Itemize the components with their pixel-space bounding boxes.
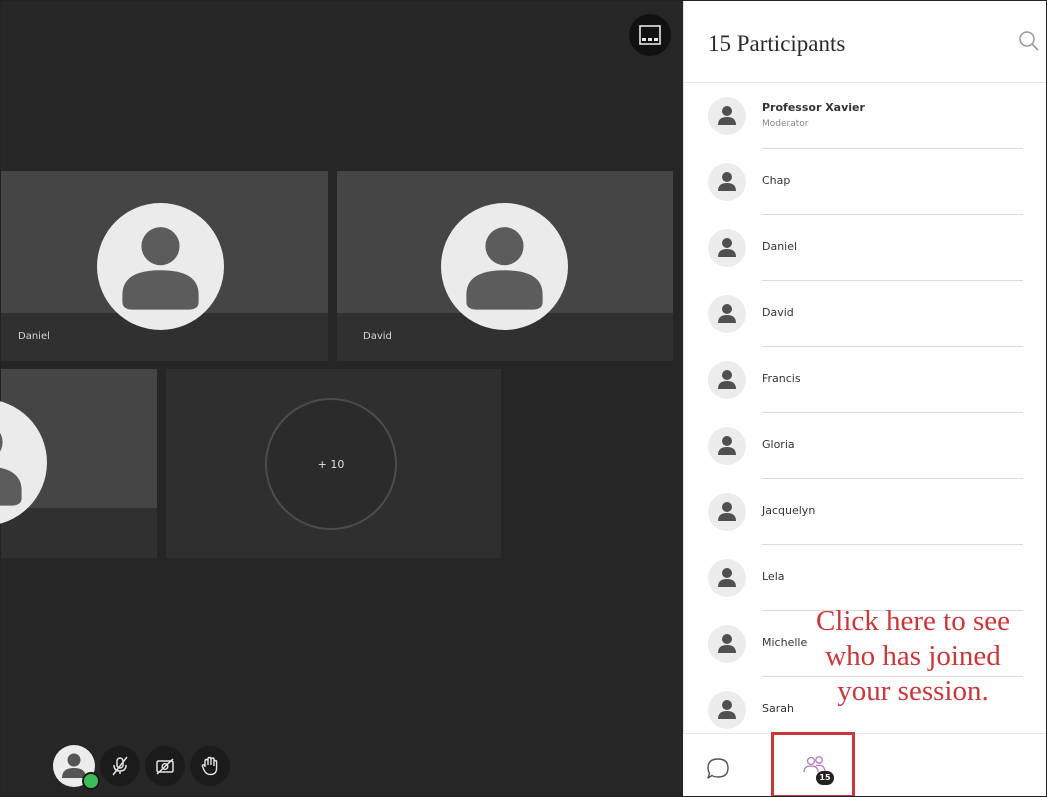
tile-name: Daniel <box>18 331 50 342</box>
annotation-line: Click here to see <box>815 605 1011 637</box>
user-icon <box>708 229 746 267</box>
video-tile-daniel[interactable]: Daniel <box>1 171 328 361</box>
tile-name: David <box>363 331 392 342</box>
participant-name: Francis <box>762 372 801 385</box>
tab-chat[interactable] <box>703 754 743 790</box>
microphone-toggle-button[interactable] <box>100 746 140 786</box>
attendee-count-badge: 15 <box>816 771 834 785</box>
participant-item[interactable]: Daniel <box>684 215 1046 281</box>
video-tile-david[interactable]: David <box>337 171 673 361</box>
annotation-line: your session. <box>837 675 989 707</box>
participant-name: Daniel <box>762 240 798 253</box>
participant-name: David <box>762 306 794 319</box>
participant-name: Gloria <box>762 438 795 451</box>
participant-name: Chap <box>762 174 791 187</box>
user-avatar-icon <box>441 203 568 330</box>
user-icon <box>708 691 746 729</box>
participant-item[interactable]: Francis <box>684 347 1046 413</box>
participant-item[interactable]: Chap <box>684 149 1046 215</box>
annotation-line: who has joined <box>825 640 1001 672</box>
participant-item[interactable]: Professor Xavier Moderator <box>684 83 1046 149</box>
chat-icon <box>707 758 729 779</box>
status-indicator <box>82 772 100 790</box>
layout-toggle-button[interactable] <box>629 14 671 56</box>
participant-item[interactable]: David <box>684 281 1046 347</box>
video-stage: Daniel David + 10 <box>0 1 683 796</box>
instruction-annotation: Click here to see who has joined your se… <box>773 604 1046 709</box>
more-participants-tile[interactable]: + 10 <box>166 369 501 558</box>
panel-header: 15 Participants <box>684 1 1046 83</box>
mic-off-icon <box>112 756 128 776</box>
panel-title: 15 Participants <box>708 31 846 56</box>
camera-off-icon <box>156 758 174 775</box>
user-icon <box>708 493 746 531</box>
more-participants-count: + 10 <box>265 398 397 530</box>
user-icon <box>708 163 746 201</box>
layout-icon <box>639 25 661 45</box>
user-icon <box>708 295 746 333</box>
my-status-button[interactable] <box>53 745 100 790</box>
participant-item[interactable]: Jacquelyn <box>684 479 1046 545</box>
session-window: Daniel David + 10 15 Participants Profes… <box>0 0 1047 797</box>
user-icon <box>708 427 746 465</box>
participant-item[interactable]: Lela <box>684 545 1046 611</box>
participant-item[interactable]: Gloria <box>684 413 1046 479</box>
user-icon <box>708 97 746 135</box>
participant-name: Lela <box>762 570 785 583</box>
search-button[interactable] <box>1014 27 1044 57</box>
video-tile-partial[interactable] <box>0 369 157 558</box>
raise-hand-button[interactable] <box>190 746 230 786</box>
participant-role: Moderator <box>762 119 809 129</box>
user-avatar-icon <box>97 203 224 330</box>
user-icon <box>708 559 746 597</box>
participant-name: Professor Xavier <box>762 101 865 114</box>
raise-hand-icon <box>201 756 218 776</box>
participant-name: Jacquelyn <box>762 504 816 517</box>
user-icon <box>708 625 746 663</box>
user-avatar-icon <box>0 399 47 526</box>
session-controls <box>53 745 230 790</box>
tab-attendees[interactable]: 15 <box>771 732 855 796</box>
panel-tabs: 15 <box>683 732 1046 796</box>
user-icon <box>708 361 746 399</box>
search-icon <box>1019 31 1039 51</box>
camera-toggle-button[interactable] <box>145 746 185 786</box>
